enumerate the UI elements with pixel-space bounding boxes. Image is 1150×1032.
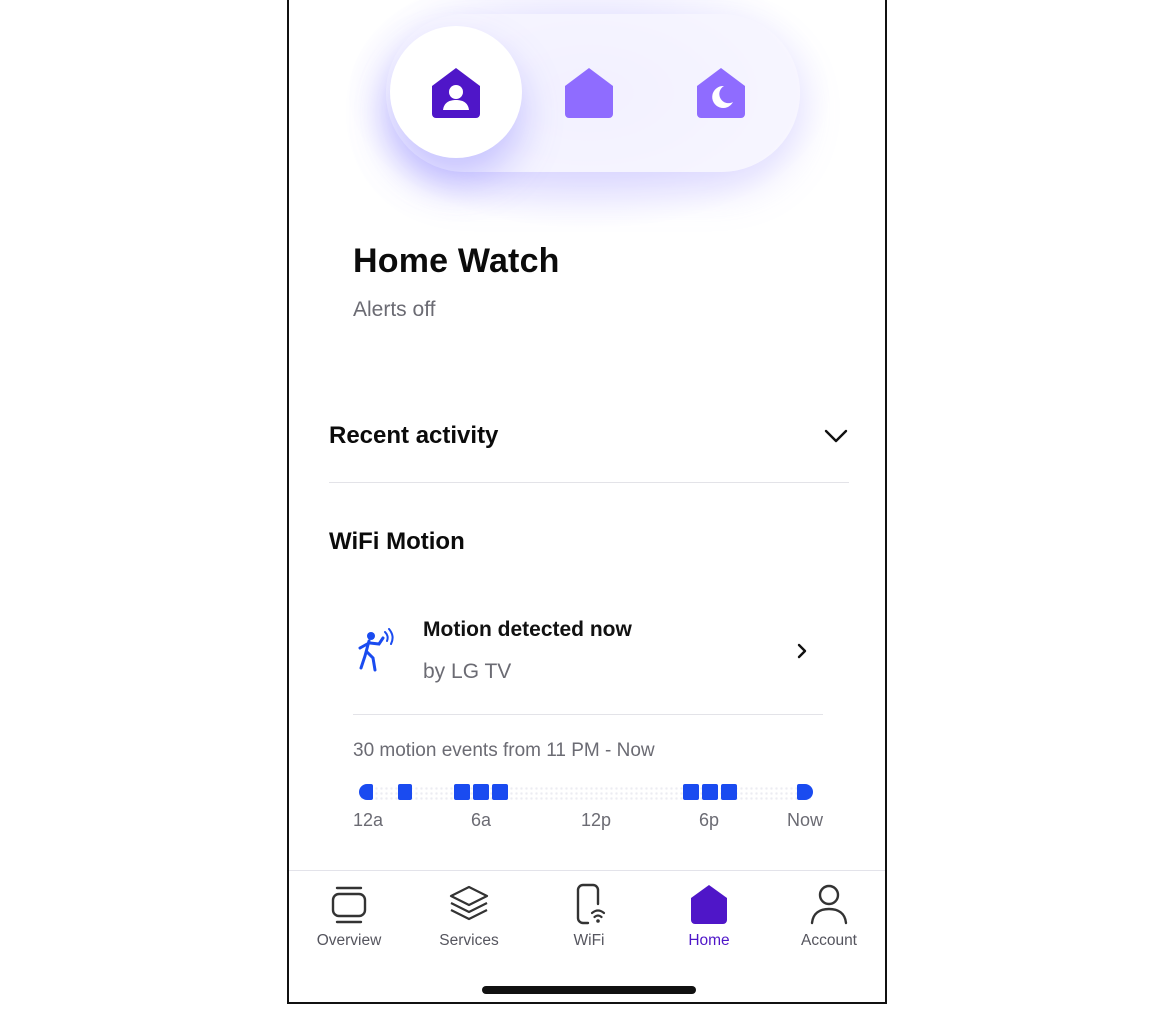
nav-services[interactable]: Services bbox=[409, 874, 529, 964]
home-icon[interactable] bbox=[561, 64, 617, 120]
wifi-motion-title: WiFi Motion bbox=[329, 528, 465, 555]
bottom-nav: Overview Services WiFi Home Account bbox=[289, 874, 885, 964]
nav-label: Home bbox=[688, 932, 730, 949]
timeline-event bbox=[398, 784, 412, 800]
recent-activity-label: Recent activity bbox=[329, 422, 499, 449]
timeline-label: Now bbox=[787, 810, 824, 830]
timeline-event bbox=[721, 784, 737, 800]
timeline-labels: 12a 6a 12p 6p Now bbox=[353, 810, 833, 834]
motion-timeline bbox=[353, 784, 823, 802]
nav-label: Account bbox=[800, 932, 857, 949]
nav-home[interactable]: Home bbox=[649, 874, 769, 964]
timeline-label: 6p bbox=[699, 810, 720, 830]
timeline-event bbox=[454, 784, 470, 800]
home-icon bbox=[688, 882, 730, 926]
nav-label: Overview bbox=[316, 932, 382, 949]
timeline-event bbox=[473, 784, 489, 800]
nav-label: WiFi bbox=[573, 932, 605, 949]
timeline-event bbox=[797, 784, 813, 800]
person-icon bbox=[808, 882, 850, 926]
motion-event-device: by LG TV bbox=[423, 660, 512, 683]
nav-overview[interactable]: Overview bbox=[289, 874, 409, 964]
phone-screen: Home Watch Alerts off Recent activity Wi… bbox=[287, 0, 887, 1004]
chevron-right-icon bbox=[797, 643, 807, 659]
timeline-event bbox=[359, 784, 373, 800]
timeline-label: 12p bbox=[581, 810, 612, 830]
timeline-track bbox=[359, 786, 811, 800]
page-title: Home Watch bbox=[353, 242, 560, 280]
motion-event-title: Motion detected now bbox=[423, 618, 632, 641]
motion-events-summary: 30 motion events from 11 PM - Now bbox=[353, 740, 655, 761]
person-motion-icon bbox=[358, 628, 394, 672]
divider bbox=[329, 482, 849, 483]
divider bbox=[353, 714, 823, 715]
overview-icon bbox=[328, 882, 370, 926]
timeline-label: 12a bbox=[353, 810, 384, 830]
nav-account[interactable]: Account bbox=[769, 874, 885, 964]
home-person-icon[interactable] bbox=[428, 64, 484, 120]
timeline-event bbox=[683, 784, 699, 800]
phone-wifi-icon bbox=[568, 882, 610, 926]
motion-event-row[interactable]: Motion detected now by LG TV bbox=[353, 608, 823, 698]
alerts-status: Alerts off bbox=[353, 298, 436, 321]
home-indicator[interactable] bbox=[482, 986, 696, 994]
nav-divider bbox=[289, 870, 885, 871]
nav-wifi[interactable]: WiFi bbox=[529, 874, 649, 964]
nav-label: Services bbox=[439, 932, 499, 949]
chevron-down-icon[interactable] bbox=[823, 423, 849, 449]
timeline-event bbox=[702, 784, 718, 800]
layers-icon bbox=[448, 882, 490, 926]
timeline-event bbox=[492, 784, 508, 800]
timeline-label: 6a bbox=[471, 810, 492, 830]
recent-activity-toggle[interactable]: Recent activity bbox=[329, 418, 849, 454]
home-moon-icon[interactable] bbox=[693, 64, 749, 120]
